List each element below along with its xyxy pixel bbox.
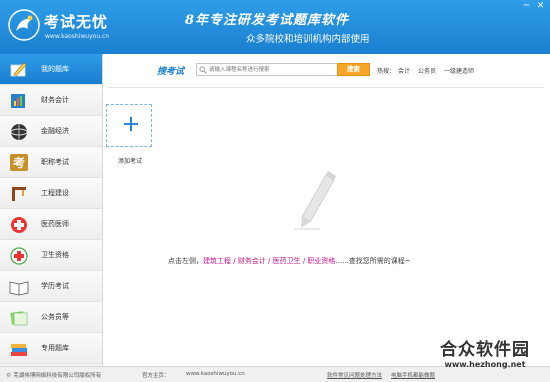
app-header: 考试无忧 www.kaoshiwuyou.cn 8年专注研发考试题库软件 众多院… xyxy=(0,0,550,54)
close-button[interactable]: ✕ xyxy=(533,0,548,13)
sidebar-item-professional-title[interactable]: 考 职称考试 xyxy=(0,147,102,178)
copyright-text: © 芜湖伟博网络科技有限公司版权所有 xyxy=(6,373,102,379)
site-url-link[interactable]: www.kaoshiwuyou.cn xyxy=(186,371,245,377)
sidebar-item-label: 我的题库 xyxy=(41,65,69,73)
svg-text:考: 考 xyxy=(13,155,25,170)
hot-search-label: 热搜： xyxy=(377,68,396,75)
sidebar: 我的题库 财务会计 金融经济 考 职称考试 工程建设 医药医师 卫生资格 学历考… xyxy=(0,54,103,366)
main-content: 搜考试 搜索 热搜： 会计 公务员 一级建造师 添加考试 点击左侧，建筑工程 /… xyxy=(104,54,550,366)
add-exam-button[interactable] xyxy=(106,104,152,147)
hint-prefix: 点击左侧， xyxy=(168,257,203,265)
sidebar-item-label: 职称考试 xyxy=(41,158,69,166)
construction-icon xyxy=(12,187,26,201)
minimize-button[interactable]: ─ xyxy=(519,0,534,13)
sidebar-item-construction[interactable]: 工程建设 xyxy=(0,178,102,209)
divider xyxy=(108,87,544,88)
sidebar-item-my-bank[interactable]: 我的题库 xyxy=(0,54,102,85)
logo-icon xyxy=(8,9,40,41)
sidebar-item-label: 卫生资格 xyxy=(41,251,69,259)
open-book-icon xyxy=(9,281,29,296)
sidebar-item-label: 财务会计 xyxy=(41,96,69,104)
watermark-url: www.hezhong.net xyxy=(444,360,526,369)
sidebar-item-label: 医药医师 xyxy=(41,220,69,228)
hot-link[interactable]: 公务员 xyxy=(418,66,436,75)
medical-cross-icon xyxy=(11,217,27,233)
sidebar-item-label: 公务员等 xyxy=(41,313,69,321)
search-button[interactable]: 搜索 xyxy=(337,63,370,76)
sidebar-item-civil-service[interactable]: 公务员等 xyxy=(0,302,102,333)
health-cross-icon xyxy=(10,247,28,265)
site-label: 官方主页： xyxy=(142,373,170,379)
globe-icon xyxy=(10,124,28,140)
sidebar-item-label: 工程建设 xyxy=(41,189,69,197)
hint-text: 点击左侧，建筑工程 / 财务会计 / 医药卫生 / 职业资格......查找您所… xyxy=(168,256,411,266)
search-bar: 搜考试 搜索 热搜： 会计 公务员 一级建造师 xyxy=(104,54,550,84)
book-stack-icon xyxy=(11,344,27,356)
hot-link[interactable]: 会计 xyxy=(398,66,410,75)
sidebar-item-special-bank[interactable]: 专用题库 xyxy=(0,333,102,364)
search-brand: 搜考试 xyxy=(157,67,185,77)
hot-link[interactable]: 一级建造师 xyxy=(444,66,474,75)
hint-suffix: ......查找您所需的课程~ xyxy=(335,257,411,265)
logo-title: 考试无忧 xyxy=(44,13,109,31)
logo-url: www.kaoshiwuyou.cn xyxy=(45,33,110,40)
search-box xyxy=(196,63,339,76)
sidebar-item-finance-accounting[interactable]: 财务会计 xyxy=(0,85,102,116)
watermark: 合众软件园 www.hezhong.net xyxy=(422,333,548,379)
watermark-text: 合众软件园 xyxy=(440,340,530,360)
sidebar-item-medicine[interactable]: 医药医师 xyxy=(0,209,102,240)
sidebar-item-finance-economy[interactable]: 金融经济 xyxy=(0,116,102,147)
add-exam-label: 添加考试 xyxy=(117,158,142,165)
search-icon xyxy=(199,66,207,74)
papers-icon xyxy=(10,311,28,326)
sidebar-item-label: 金融经济 xyxy=(41,127,69,135)
sidebar-item-health[interactable]: 卫生资格 xyxy=(0,240,102,271)
slogan-sub: 众多院校和培训机构内部使用 xyxy=(246,34,370,45)
hint-highlight[interactable]: 建筑工程 / 财务会计 / 医药卫生 / 职业资格 xyxy=(203,257,335,265)
pencil-icon xyxy=(294,171,336,230)
sidebar-item-label: 专用题库 xyxy=(41,344,69,352)
search-input[interactable] xyxy=(209,64,337,75)
chart-book-icon xyxy=(11,94,25,108)
pen-paper-icon xyxy=(10,62,27,77)
faq-link[interactable]: 软件常见问题处理方法 xyxy=(327,371,382,379)
slogan-main: 8年专注研发考试题库软件 xyxy=(185,13,350,28)
plus-icon xyxy=(124,117,138,131)
sidebar-item-label: 学历考试 xyxy=(41,282,69,290)
sidebar-item-education[interactable]: 学历考试 xyxy=(0,271,102,302)
kao-character-icon: 考 xyxy=(10,154,28,171)
